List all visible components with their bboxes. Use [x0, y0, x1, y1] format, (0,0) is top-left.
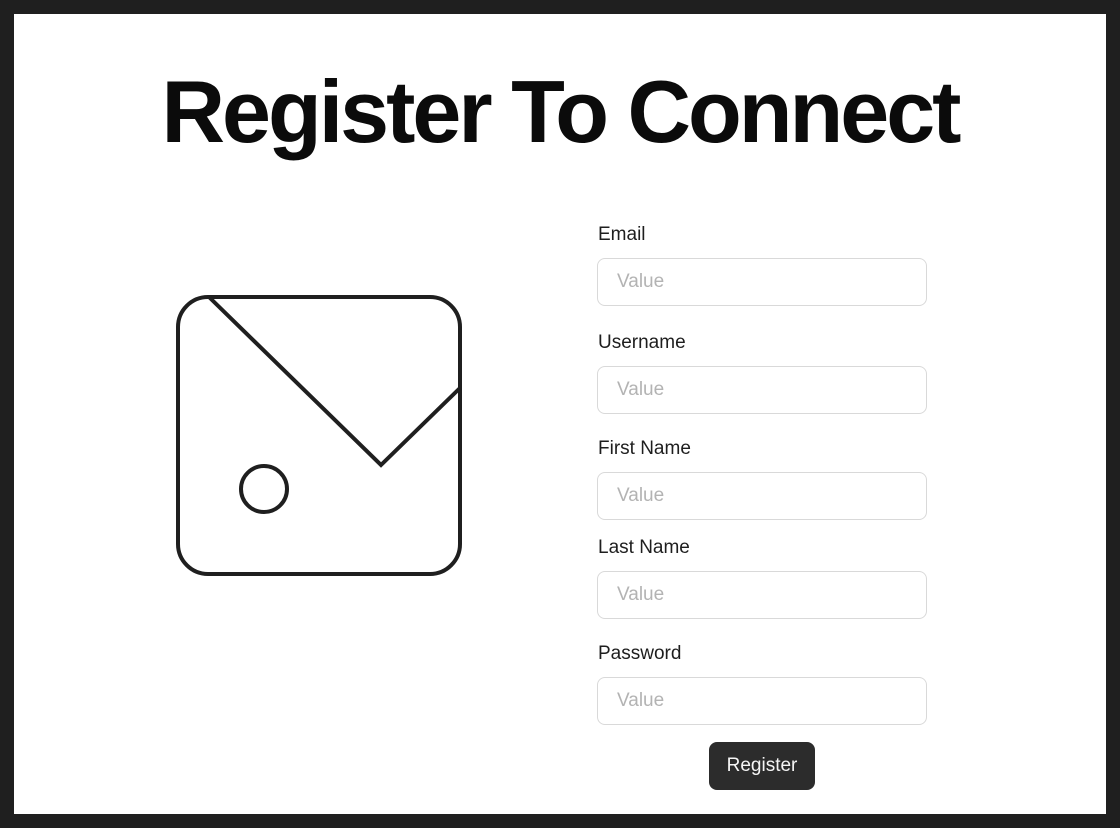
password-field[interactable]	[597, 677, 927, 725]
image-frame-shape	[176, 295, 462, 576]
last-name-label: Last Name	[598, 537, 690, 558]
first-name-field[interactable]	[597, 472, 927, 520]
image-sun-circle	[239, 464, 289, 514]
page-title: Register To Connect	[161, 62, 961, 161]
email-label: Email	[598, 224, 646, 245]
register-button[interactable]: Register	[709, 742, 815, 790]
username-label: Username	[598, 332, 686, 353]
email-field[interactable]	[597, 258, 927, 306]
last-name-field[interactable]	[597, 571, 927, 619]
password-label: Password	[598, 643, 682, 664]
username-field[interactable]	[597, 366, 927, 414]
image-mountain-line	[207, 295, 462, 468]
image-placeholder-icon	[176, 295, 462, 576]
first-name-label: First Name	[598, 438, 691, 459]
